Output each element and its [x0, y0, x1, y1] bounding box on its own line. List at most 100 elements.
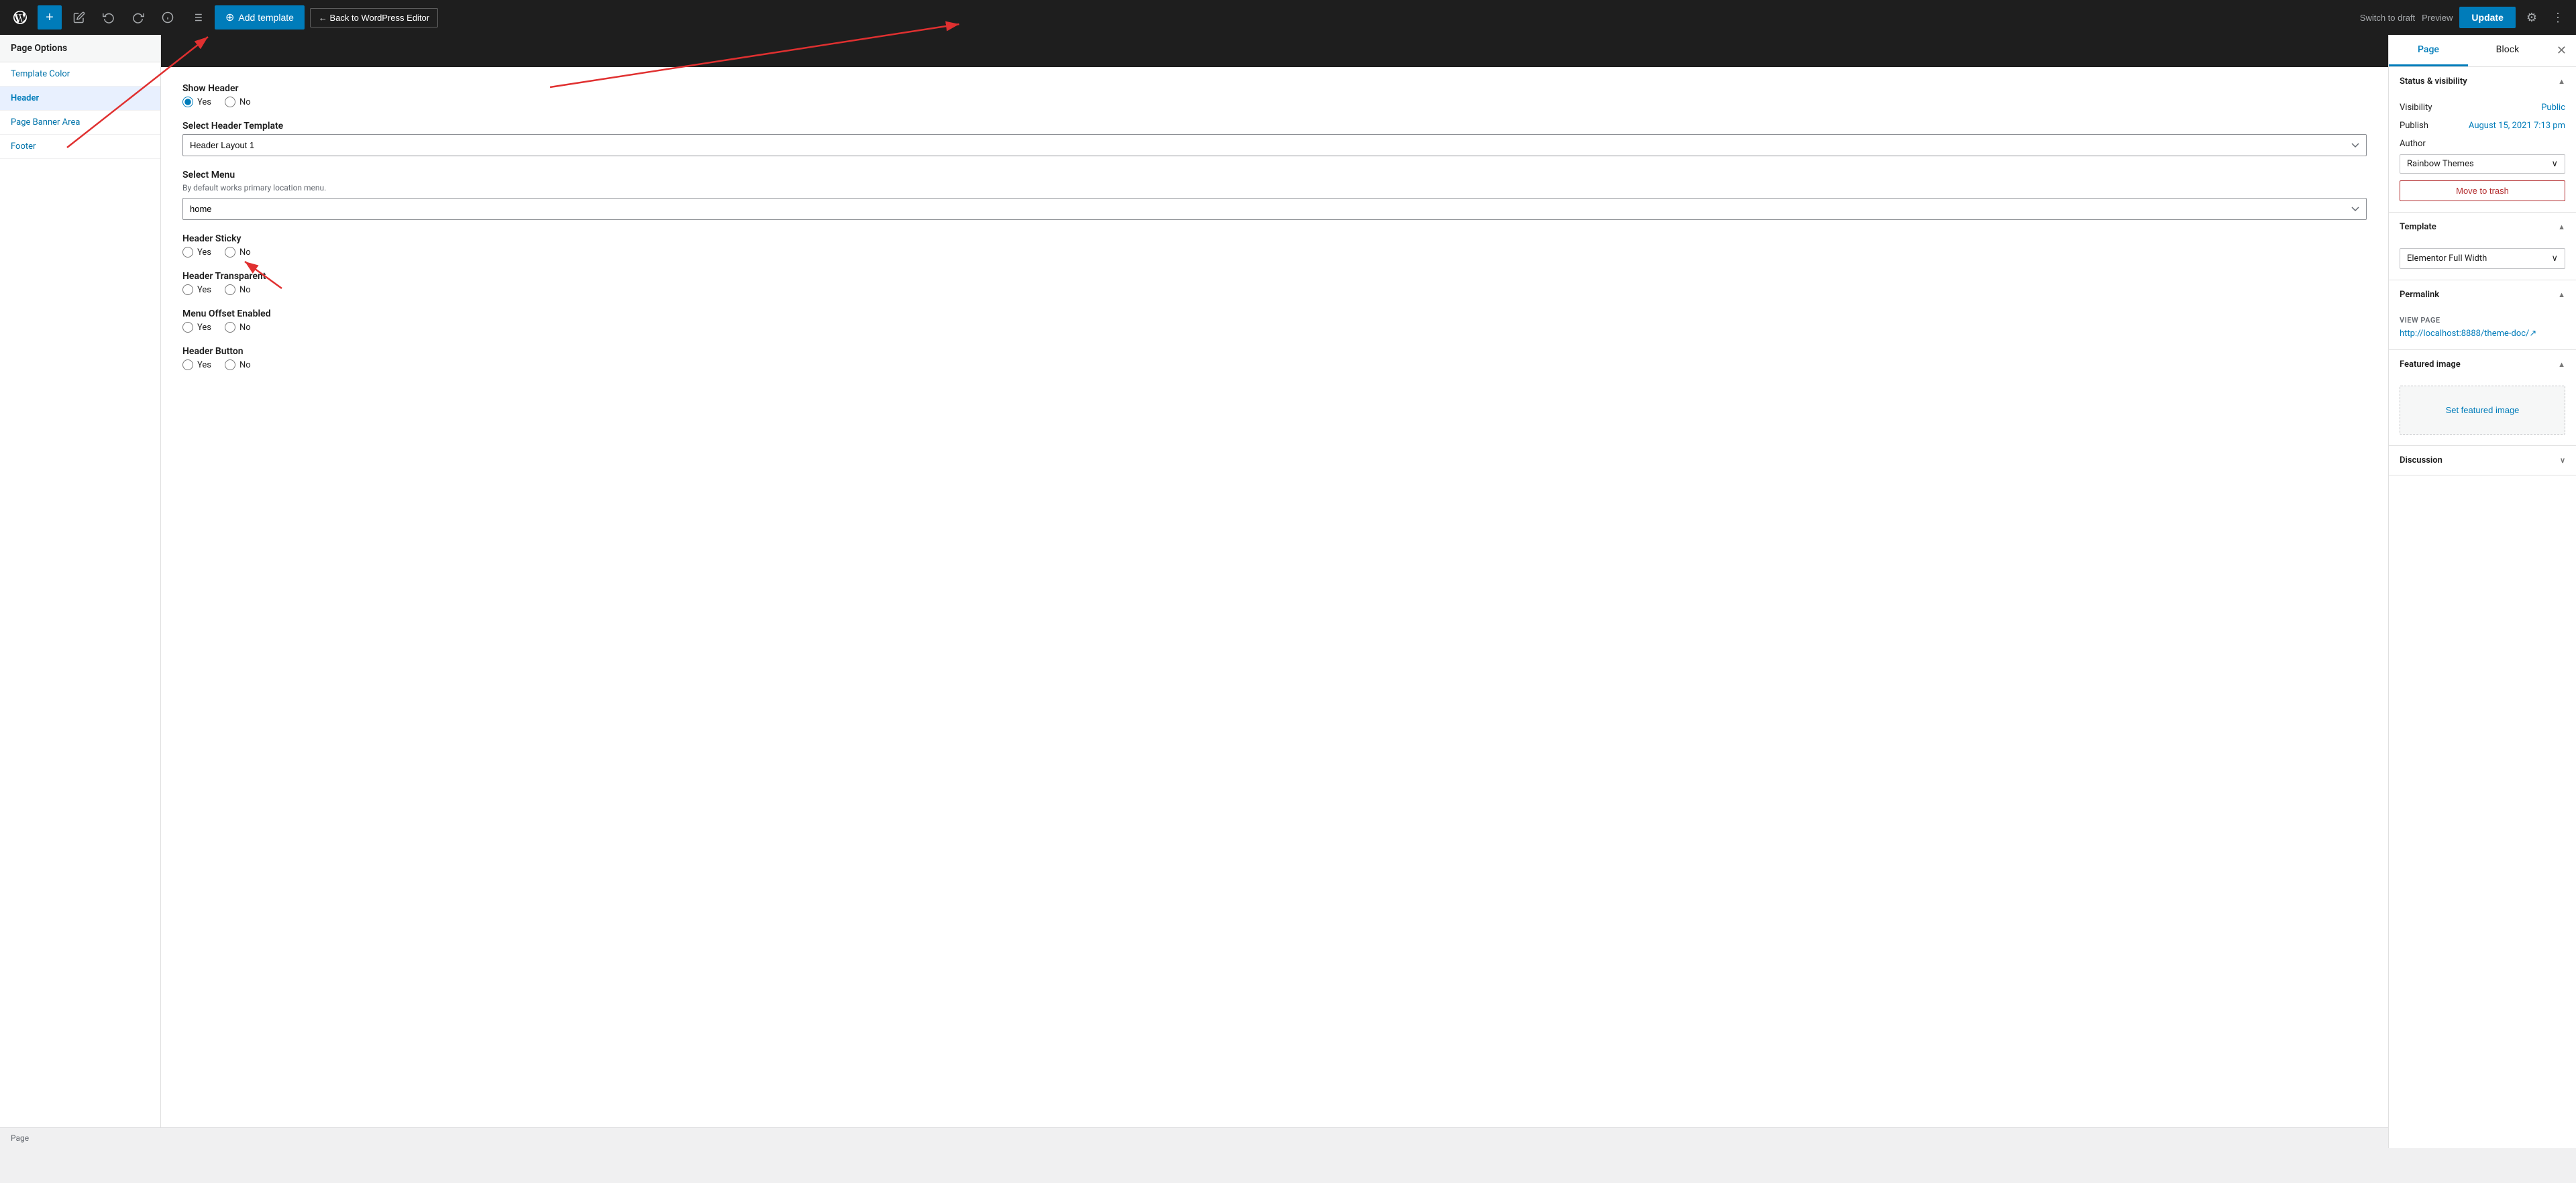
- header-transparent-group: Header Transparent Yes No: [182, 271, 2367, 295]
- add-block-button[interactable]: +: [38, 5, 62, 30]
- wp-logo[interactable]: [8, 5, 32, 30]
- publish-value[interactable]: August 15, 2021 7:13 pm: [2469, 121, 2565, 131]
- discussion-title: Discussion: [2400, 455, 2443, 465]
- edit-tool-button[interactable]: [67, 5, 91, 30]
- plus-icon: +: [46, 10, 54, 25]
- status-visibility-chevron-icon: ▲: [2558, 77, 2565, 86]
- menu-offset-no-option[interactable]: No: [225, 322, 251, 333]
- permalink-title: Permalink: [2400, 290, 2439, 300]
- sidebar-item-page-banner[interactable]: Page Banner Area: [0, 111, 160, 135]
- featured-image-section: Featured image ▲ Set featured image: [2389, 350, 2576, 446]
- back-to-wp-label: ← Back to WordPress Editor: [319, 13, 429, 23]
- permalink-section-header[interactable]: Permalink ▲: [2389, 280, 2576, 309]
- add-template-label: Add template: [238, 12, 294, 23]
- menu-offset-radio-group: Yes No: [182, 322, 2367, 333]
- more-options-button[interactable]: ⋮: [2548, 7, 2568, 29]
- right-sidebar-tabs: Page Block ✕: [2389, 35, 2576, 67]
- select-header-template-group: Select Header Template Header Layout 1: [182, 121, 2367, 156]
- back-to-wordpress-button[interactable]: ← Back to WordPress Editor: [310, 8, 438, 27]
- menu-offset-yes-radio[interactable]: [182, 322, 193, 333]
- add-template-button[interactable]: ⊕ Add template: [215, 5, 305, 30]
- list-view-button[interactable]: [185, 5, 209, 30]
- discussion-chevron-icon: ∨: [2560, 456, 2565, 465]
- show-header-no-radio[interactable]: [225, 97, 235, 107]
- header-sticky-group: Header Sticky Yes No: [182, 233, 2367, 258]
- header-sticky-yes-label: Yes: [197, 247, 211, 258]
- move-to-trash-button[interactable]: Move to trash: [2400, 180, 2565, 201]
- header-button-yes-option[interactable]: Yes: [182, 359, 211, 370]
- header-sticky-yes-radio[interactable]: [182, 247, 193, 258]
- header-transparent-yes-radio[interactable]: [182, 284, 193, 295]
- template-dropdown[interactable]: Elementor Full Width ∨: [2400, 248, 2565, 269]
- tab-page[interactable]: Page: [2389, 35, 2468, 66]
- author-label: Author: [2400, 139, 2565, 149]
- header-sticky-radio-group: Yes No: [182, 247, 2367, 258]
- header-button-no-radio[interactable]: [225, 359, 235, 370]
- header-transparent-label: Header Transparent: [182, 271, 2367, 282]
- template-section-header[interactable]: Template ▲: [2389, 213, 2576, 241]
- switch-to-draft-button[interactable]: Switch to draft: [2360, 13, 2415, 23]
- show-header-yes-option[interactable]: Yes: [182, 97, 211, 107]
- show-header-group: Show Header Yes No: [182, 83, 2367, 107]
- toolbar-right: Switch to draft Preview Update ⚙ ⋮: [2360, 7, 2568, 29]
- sidebar-item-template-color[interactable]: Template Color: [0, 62, 160, 87]
- featured-image-section-body: Set featured image: [2389, 379, 2576, 445]
- show-header-radio-group: Yes No: [182, 97, 2367, 107]
- show-header-yes-radio[interactable]: [182, 97, 193, 107]
- template-value: Elementor Full Width: [2407, 253, 2487, 264]
- preview-button[interactable]: Preview: [2422, 13, 2453, 23]
- editor-header-bar: [161, 35, 2388, 67]
- header-transparent-no-option[interactable]: No: [225, 284, 251, 295]
- header-button-group: Header Button Yes No: [182, 346, 2367, 370]
- status-visibility-header[interactable]: Status & visibility ▲: [2389, 67, 2576, 96]
- main-toolbar: + ⊕ Add template ← Back to WordPress Edi…: [0, 0, 2576, 35]
- menu-offset-no-radio[interactable]: [225, 322, 235, 333]
- discussion-section-header[interactable]: Discussion ∨: [2389, 446, 2576, 475]
- info-button[interactable]: [156, 5, 180, 30]
- view-page-label: VIEW PAGE: [2400, 316, 2565, 325]
- header-sticky-yes-option[interactable]: Yes: [182, 247, 211, 258]
- show-header-no-label: No: [239, 97, 251, 107]
- set-featured-image-button[interactable]: Set featured image: [2400, 386, 2565, 435]
- header-sticky-no-option[interactable]: No: [225, 247, 251, 258]
- header-button-radio-group: Yes No: [182, 359, 2367, 370]
- header-button-no-option[interactable]: No: [225, 359, 251, 370]
- header-sticky-no-radio[interactable]: [225, 247, 235, 258]
- sidebar-item-label: Footer: [11, 142, 36, 152]
- right-sidebar-close-button[interactable]: ✕: [2547, 35, 2576, 66]
- sidebar-item-footer[interactable]: Footer: [0, 135, 160, 159]
- menu-offset-yes-option[interactable]: Yes: [182, 322, 211, 333]
- header-transparent-yes-option[interactable]: Yes: [182, 284, 211, 295]
- header-button-no-label: No: [239, 360, 251, 370]
- header-button-yes-radio[interactable]: [182, 359, 193, 370]
- permalink-section-body: VIEW PAGE http://localhost:8888/theme-do…: [2389, 309, 2576, 349]
- featured-image-section-header[interactable]: Featured image ▲: [2389, 350, 2576, 379]
- show-header-yes-label: Yes: [197, 97, 211, 107]
- update-button[interactable]: Update: [2459, 7, 2515, 28]
- undo-button[interactable]: [97, 5, 121, 30]
- header-template-select[interactable]: Header Layout 1: [182, 134, 2367, 156]
- visibility-row: Visibility Public: [2400, 103, 2565, 113]
- author-dropdown[interactable]: Rainbow Themes ∨: [2400, 154, 2565, 174]
- show-header-label: Show Header: [182, 83, 2367, 94]
- list-icon: [191, 11, 203, 23]
- sidebar-item-header[interactable]: Header: [0, 87, 160, 111]
- main-content: Show Header Yes No Select Header Templat…: [161, 35, 2388, 1148]
- menu-offset-no-label: No: [239, 323, 251, 333]
- permalink-chevron-icon: ▲: [2558, 290, 2565, 299]
- header-button-label: Header Button: [182, 346, 2367, 357]
- visibility-value[interactable]: Public: [2541, 103, 2565, 113]
- header-transparent-no-radio[interactable]: [225, 284, 235, 295]
- undo-icon: [103, 11, 115, 23]
- publish-row: Publish August 15, 2021 7:13 pm: [2400, 121, 2565, 131]
- menu-select[interactable]: home: [182, 198, 2367, 220]
- settings-button[interactable]: ⚙: [2522, 7, 2541, 29]
- show-header-no-option[interactable]: No: [225, 97, 251, 107]
- view-page-link[interactable]: http://localhost:8888/theme-doc/↗: [2400, 329, 2536, 339]
- template-chevron-icon: ▲: [2558, 223, 2565, 231]
- tab-block[interactable]: Block: [2468, 35, 2547, 66]
- header-transparent-radio-group: Yes No: [182, 284, 2367, 295]
- redo-button[interactable]: [126, 5, 150, 30]
- sidebar-item-label: Page Banner Area: [11, 117, 80, 127]
- status-visibility-title: Status & visibility: [2400, 76, 2467, 87]
